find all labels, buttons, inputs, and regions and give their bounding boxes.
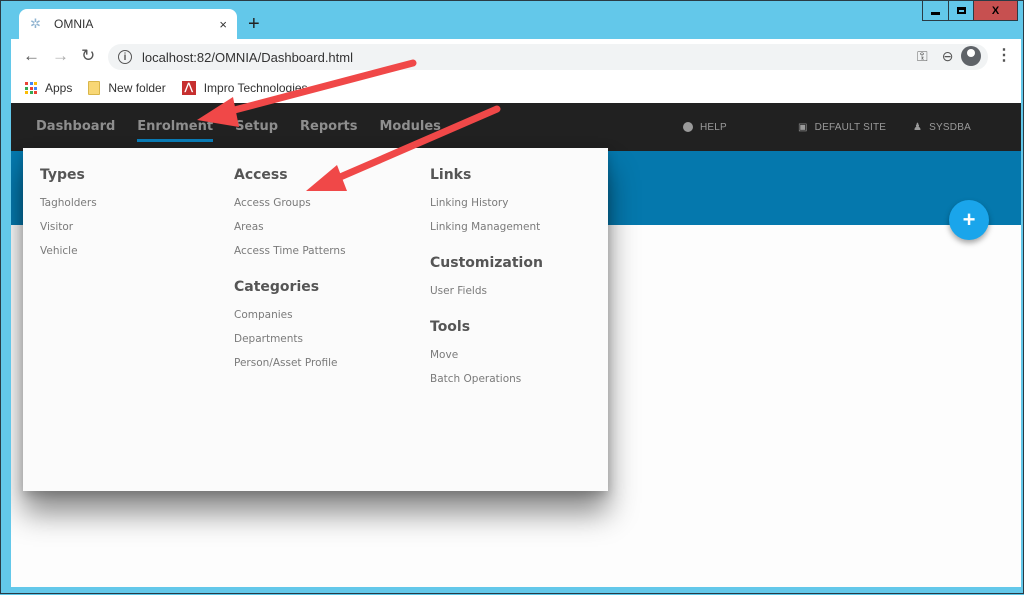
site-info-icon[interactable]: i: [118, 50, 132, 64]
add-button[interactable]: +: [949, 200, 989, 240]
menu-heading: Links: [430, 167, 472, 183]
floppy-disk-icon: ▣: [798, 121, 808, 133]
menu-column-2: Access Access Groups Areas Access Time P…: [234, 148, 346, 375]
menu-heading: Tools: [430, 319, 471, 335]
bookmarks-bar: Apps New folder ⋀ Impro Technologies: [11, 73, 1021, 103]
zoom-out-icon[interactable]: ⊖: [942, 48, 954, 65]
maximize-icon: [956, 7, 966, 14]
menu-item-tagholders[interactable]: Tagholders: [40, 191, 97, 215]
menu-group-categories: Categories Companies Departments Person/…: [234, 279, 346, 375]
folder-icon: [88, 81, 101, 95]
user-label: SYSDBA: [929, 121, 971, 133]
app-navbar: Dashboard Enrolment Setup Reports Module…: [11, 103, 1021, 151]
bookmark-label: Apps: [45, 81, 73, 95]
site-label: DEFAULT SITE: [814, 121, 887, 133]
bookmark-new-folder[interactable]: New folder: [88, 81, 166, 95]
menu-group-access: Access Access Groups Areas Access Time P…: [234, 167, 346, 263]
maximize-button[interactable]: [948, 1, 973, 20]
browser-toolbar: ← → ↻ i localhost:82/OMNIA/Dashboard.htm…: [11, 39, 1021, 73]
menu-item-access-groups[interactable]: Access Groups: [234, 191, 346, 215]
menu-item-visitor[interactable]: Visitor: [40, 215, 97, 239]
menu-item-vehicle[interactable]: Vehicle: [40, 239, 97, 263]
menu-column-1: Types Tagholders Visitor Vehicle: [40, 148, 97, 263]
key-icon[interactable]: ⚿: [917, 48, 928, 65]
menu-group-customization: Customization User Fields: [430, 255, 543, 303]
user-menu[interactable]: ♟ SYSDBA: [913, 103, 971, 151]
menu-group-tools: Tools Move Batch Operations: [430, 319, 543, 391]
bookmark-impro[interactable]: ⋀ Impro Technologies: [181, 81, 308, 95]
bookmark-label: New folder: [108, 81, 166, 95]
tab-title: OMNIA: [54, 17, 94, 31]
main-nav: Dashboard Enrolment Setup Reports Module…: [36, 103, 463, 151]
bookmark-apps[interactable]: Apps: [25, 81, 72, 95]
menu-item-linking-history[interactable]: Linking History: [430, 191, 543, 215]
enrolment-dropdown-menu: Types Tagholders Visitor Vehicle Access …: [23, 148, 608, 491]
omnia-app: Dashboard Enrolment Setup Reports Module…: [11, 103, 1021, 587]
menu-item-companies[interactable]: Companies: [234, 303, 346, 327]
nav-setup[interactable]: Setup: [235, 103, 278, 151]
url-text[interactable]: localhost:82/OMNIA/Dashboard.html: [142, 50, 353, 65]
impro-icon: ⋀: [181, 81, 196, 95]
bookmark-label: Impro Technologies: [203, 81, 308, 95]
browser-window: X ✲ OMNIA × + ← → ↻ i localhost:82/OMNIA…: [0, 0, 1024, 594]
menu-item-linking-management[interactable]: Linking Management: [430, 215, 543, 239]
nav-dashboard[interactable]: Dashboard: [36, 103, 115, 151]
user-icon: ♟: [913, 121, 923, 133]
menu-item-person-asset-profile[interactable]: Person/Asset Profile: [234, 351, 346, 375]
help-icon: ?: [683, 121, 693, 133]
browser-tab[interactable]: ✲ OMNIA ×: [19, 9, 237, 39]
menu-item-departments[interactable]: Departments: [234, 327, 346, 351]
menu-item-user-fields[interactable]: User Fields: [430, 279, 543, 303]
new-tab-button[interactable]: +: [248, 13, 260, 35]
menu-group-links: Links Linking History Linking Management: [430, 167, 543, 239]
omnia-favicon-icon: ✲: [30, 16, 41, 31]
menu-group-types: Types Tagholders Visitor Vehicle: [40, 167, 97, 263]
help-label: HELP: [700, 121, 727, 133]
site-selector[interactable]: ▣ DEFAULT SITE: [798, 103, 886, 151]
profile-avatar-icon[interactable]: [961, 46, 981, 66]
help-link[interactable]: ? HELP: [683, 103, 727, 151]
forward-arrow-icon[interactable]: →: [52, 46, 69, 66]
menu-item-access-time-patterns[interactable]: Access Time Patterns: [234, 239, 346, 263]
window-controls: X: [922, 1, 1018, 21]
tab-close-icon[interactable]: ×: [219, 17, 227, 32]
nav-modules[interactable]: Modules: [379, 103, 440, 151]
menu-item-batch-operations[interactable]: Batch Operations: [430, 367, 543, 391]
minimize-icon: [931, 11, 940, 15]
menu-item-areas[interactable]: Areas: [234, 215, 346, 239]
reload-icon[interactable]: ↻: [81, 46, 95, 66]
address-bar[interactable]: i localhost:82/OMNIA/Dashboard.html ⚿ ⊖ …: [108, 44, 988, 70]
menu-item-move[interactable]: Move: [430, 343, 543, 367]
minimize-button[interactable]: [923, 1, 948, 20]
nav-reports[interactable]: Reports: [300, 103, 357, 151]
menu-column-3: Links Linking History Linking Management…: [430, 148, 543, 391]
close-window-button[interactable]: X: [973, 1, 1017, 20]
menu-heading: Categories: [234, 279, 320, 295]
nav-enrolment[interactable]: Enrolment: [137, 103, 213, 151]
more-menu-icon[interactable]: ⋮: [996, 47, 1012, 65]
menu-heading: Access: [234, 167, 288, 183]
menu-heading: Types: [40, 167, 85, 183]
menu-heading: Customization: [430, 255, 543, 271]
apps-grid-icon: [25, 82, 37, 94]
back-arrow-icon[interactable]: ←: [23, 46, 40, 66]
